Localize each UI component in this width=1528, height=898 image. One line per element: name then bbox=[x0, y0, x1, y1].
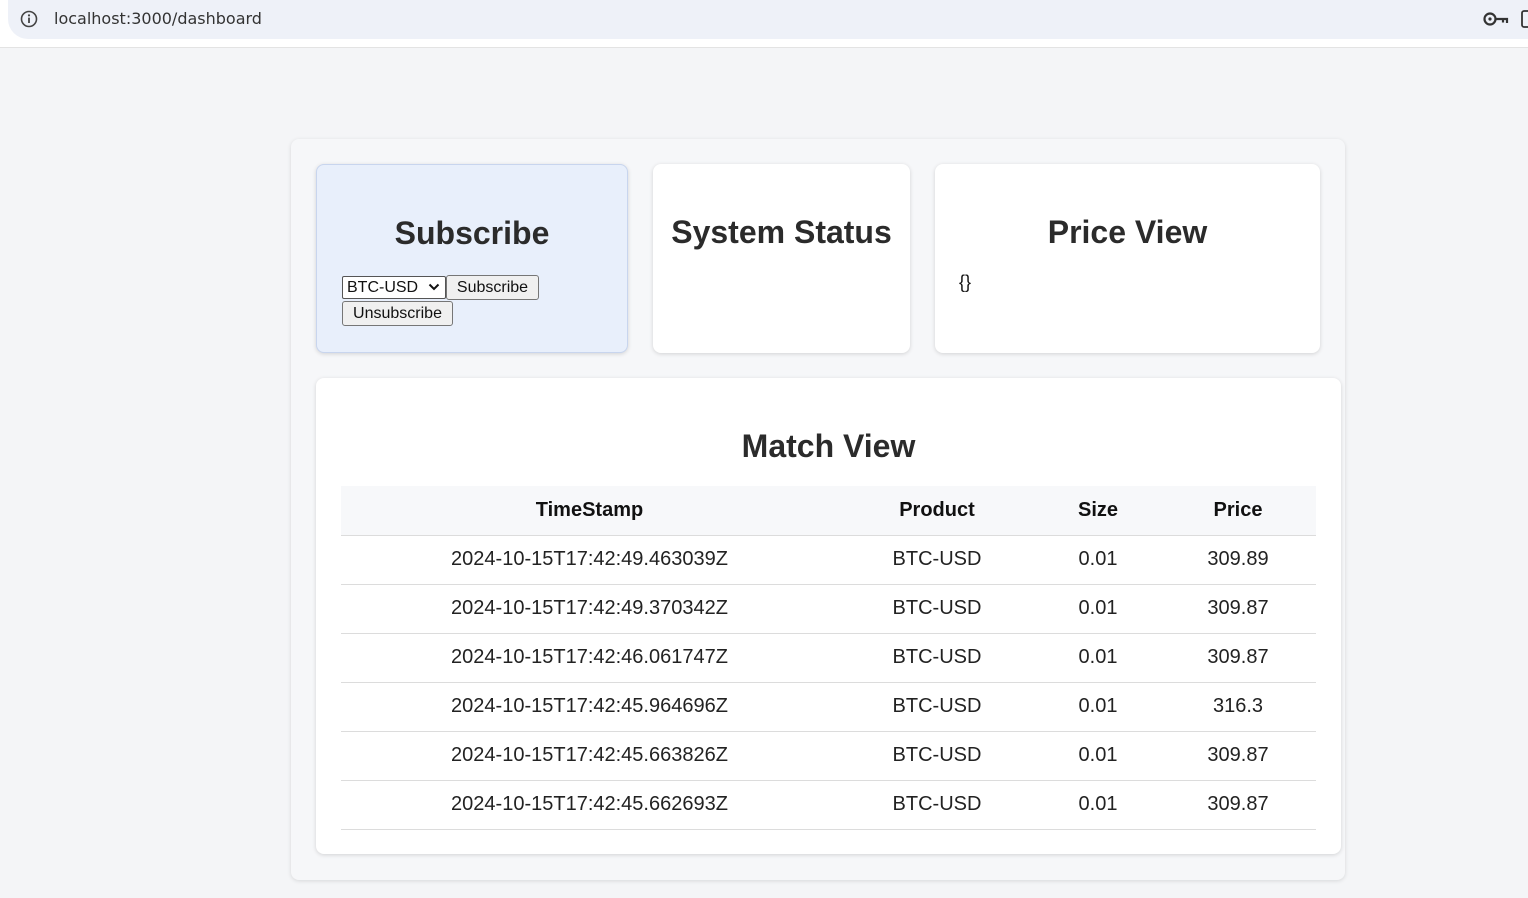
cell-price: 309.87 bbox=[1160, 584, 1316, 634]
match-view-title: Match View bbox=[741, 428, 916, 464]
table-row: 2024-10-15T17:42:46.061747Z BTC-USD 0.01… bbox=[341, 633, 1316, 683]
cell-timestamp: 2024-10-15T17:42:45.663826Z bbox=[341, 731, 838, 781]
cell-price: 309.89 bbox=[1160, 535, 1316, 585]
cell-timestamp: 2024-10-15T17:42:45.662693Z bbox=[341, 780, 838, 830]
cell-price: 309.87 bbox=[1160, 731, 1316, 781]
table-row: 2024-10-15T17:42:49.370342Z BTC-USD 0.01… bbox=[341, 584, 1316, 634]
cell-size: 0.01 bbox=[1036, 584, 1160, 634]
subscribe-title: Subscribe bbox=[394, 215, 550, 251]
table-row: 2024-10-15T17:42:49.463039Z BTC-USD 0.01… bbox=[341, 535, 1316, 585]
cell-size: 0.01 bbox=[1036, 682, 1160, 732]
cell-product: BTC-USD bbox=[838, 584, 1036, 634]
table-header-row: TimeStamp Product Size Price bbox=[341, 486, 1316, 536]
cell-timestamp: 2024-10-15T17:42:49.463039Z bbox=[341, 535, 838, 585]
cell-product: BTC-USD bbox=[838, 682, 1036, 732]
cell-price: 309.87 bbox=[1160, 633, 1316, 683]
url-text[interactable]: localhost:3000/dashboard bbox=[54, 9, 262, 28]
price-view-title: Price View bbox=[1047, 214, 1208, 250]
column-header-price: Price bbox=[1160, 486, 1316, 536]
column-header-timestamp: TimeStamp bbox=[341, 486, 838, 536]
price-view-card: Price View {} bbox=[935, 164, 1320, 353]
cell-product: BTC-USD bbox=[838, 731, 1036, 781]
sidebar-icon[interactable] bbox=[1521, 10, 1528, 28]
cell-size: 0.01 bbox=[1036, 780, 1160, 830]
cell-product: BTC-USD bbox=[838, 535, 1036, 585]
system-status-card: System Status bbox=[653, 164, 910, 353]
key-icon[interactable] bbox=[1483, 9, 1509, 29]
subscribe-button[interactable]: Subscribe bbox=[446, 275, 539, 300]
cell-price: 309.87 bbox=[1160, 780, 1316, 830]
column-header-product: Product bbox=[838, 486, 1036, 536]
price-view-content: {} bbox=[959, 272, 972, 292]
cell-size: 0.01 bbox=[1036, 535, 1160, 585]
system-status-title: System Status bbox=[671, 214, 892, 250]
browser-toolbar: localhost:3000/dashboard bbox=[0, 0, 1528, 48]
table-row: 2024-10-15T17:42:45.964696Z BTC-USD 0.01… bbox=[341, 682, 1316, 732]
address-bar[interactable]: localhost:3000/dashboard bbox=[8, 0, 1528, 39]
table-row: 2024-10-15T17:42:45.662693Z BTC-USD 0.01… bbox=[341, 780, 1316, 830]
match-view-card: Match View TimeStamp Product Size Price … bbox=[316, 378, 1341, 854]
cell-timestamp: 2024-10-15T17:42:45.964696Z bbox=[341, 682, 838, 732]
cell-timestamp: 2024-10-15T17:42:49.370342Z bbox=[341, 584, 838, 634]
cell-size: 0.01 bbox=[1036, 633, 1160, 683]
table-row: 2024-10-15T17:42:45.663826Z BTC-USD 0.01… bbox=[341, 731, 1316, 781]
cell-price: 316.3 bbox=[1160, 682, 1316, 732]
cell-size: 0.01 bbox=[1036, 731, 1160, 781]
match-table: TimeStamp Product Size Price 2024-10-15T… bbox=[341, 486, 1316, 830]
cell-timestamp: 2024-10-15T17:42:46.061747Z bbox=[341, 633, 838, 683]
cell-product: BTC-USD bbox=[838, 633, 1036, 683]
cell-product: BTC-USD bbox=[838, 780, 1036, 830]
unsubscribe-button[interactable]: Unsubscribe bbox=[342, 301, 453, 326]
info-icon[interactable] bbox=[20, 10, 38, 28]
subscribe-card: Subscribe BTC-USD Subscribe Unsubscribe bbox=[316, 164, 628, 353]
column-header-size: Size bbox=[1036, 486, 1160, 536]
product-select[interactable]: BTC-USD bbox=[342, 276, 446, 299]
